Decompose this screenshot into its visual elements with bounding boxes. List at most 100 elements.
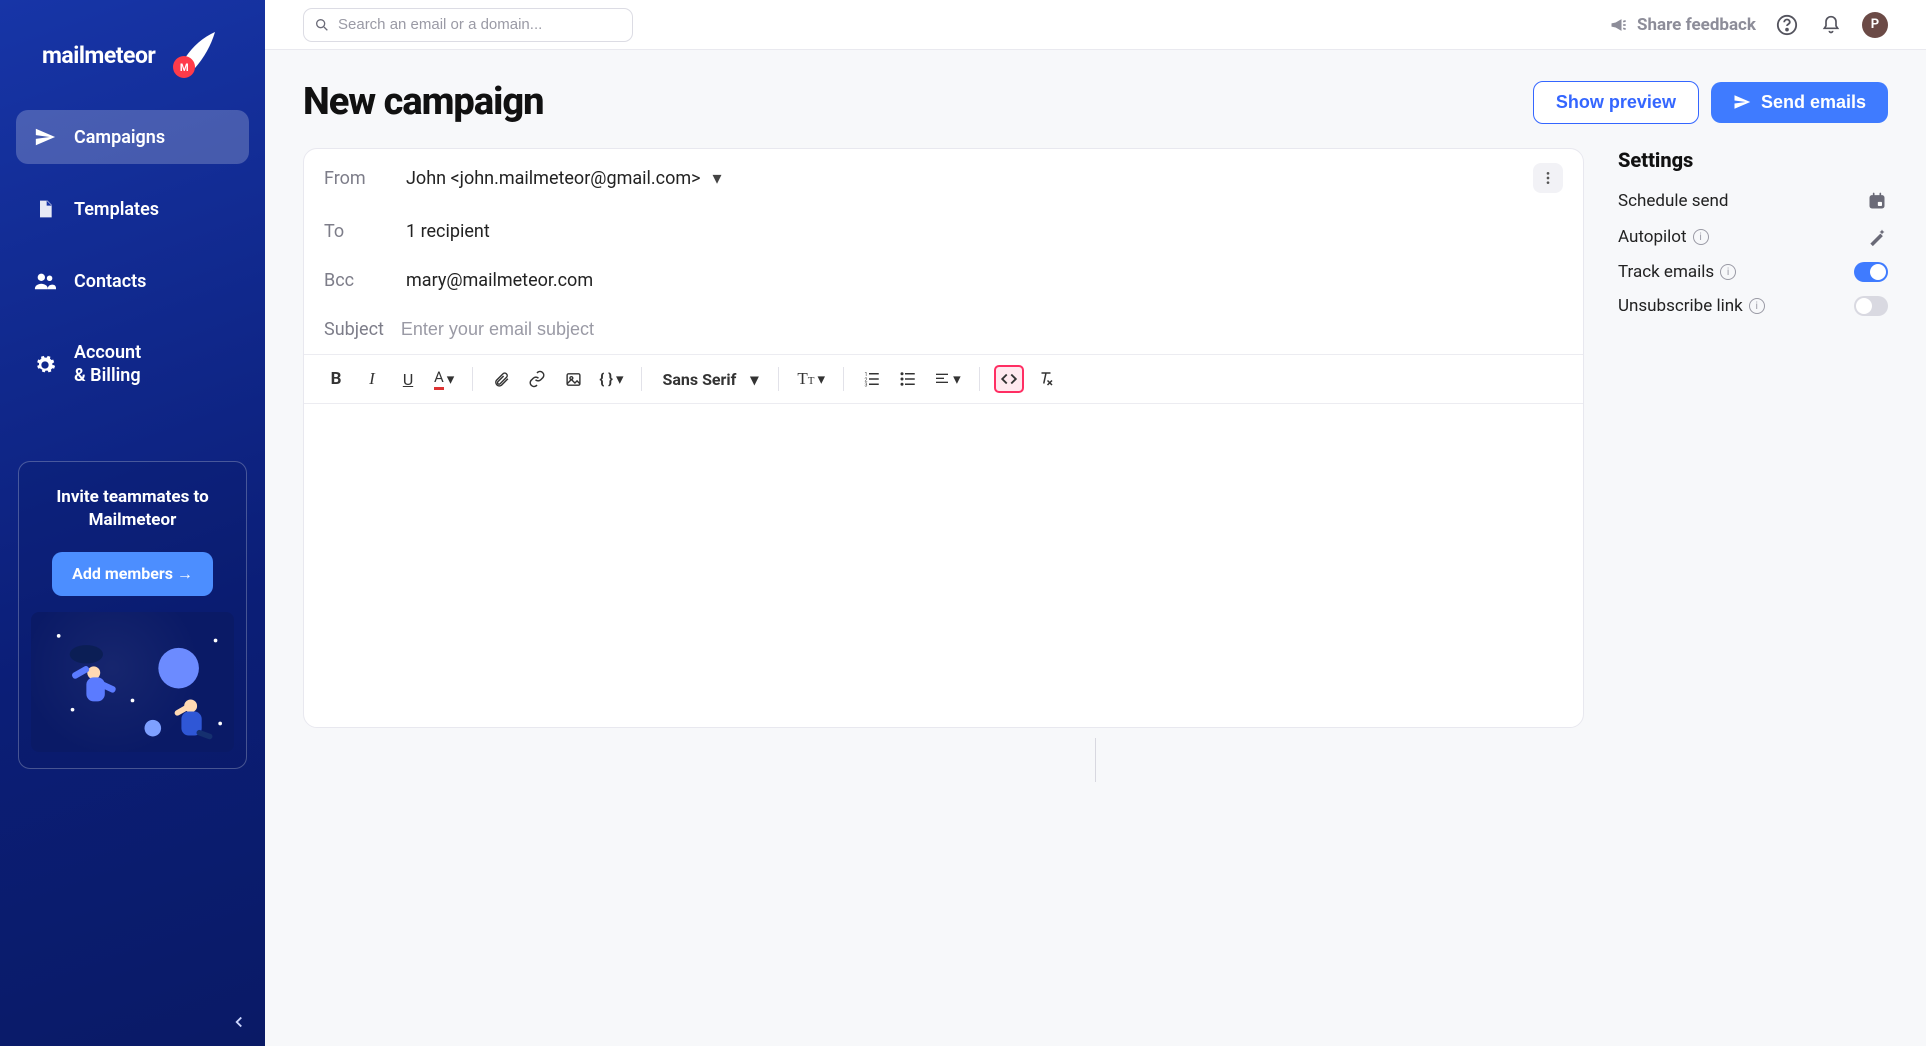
comet-icon: M: [167, 30, 217, 80]
sidebar-item-label: Contacts: [74, 271, 146, 292]
more-options-button[interactable]: [1533, 163, 1563, 193]
info-icon: i: [1749, 298, 1765, 314]
search-input[interactable]: [338, 16, 622, 33]
to-value: 1 recipient: [406, 221, 1563, 242]
sidebar-item-campaigns[interactable]: Campaigns: [16, 110, 249, 164]
schedule-send-label: Schedule send: [1618, 191, 1728, 211]
to-row[interactable]: To 1 recipient: [304, 207, 1583, 256]
subject-label: Subject: [324, 319, 401, 340]
sidebar-nav: Campaigns Templates Contacts Account & B…: [0, 110, 265, 421]
calendar-icon: [1866, 190, 1888, 212]
notifications-button[interactable]: [1818, 12, 1844, 38]
send-emails-button[interactable]: Send emails: [1711, 82, 1888, 123]
from-selector[interactable]: John <john.mailmeteor@gmail.com> ▾: [406, 168, 1533, 189]
font-size-button[interactable]: TT ▾: [793, 365, 829, 393]
track-emails-label: Track emails: [1618, 262, 1714, 282]
code-view-button[interactable]: [994, 365, 1024, 393]
brand-logo[interactable]: mailmeteor M: [0, 0, 265, 110]
chevron-down-icon: ▾: [616, 370, 624, 388]
send-icon: [34, 126, 56, 148]
bcc-row[interactable]: Bcc mary@mailmeteor.com: [304, 256, 1583, 305]
subject-row: Subject: [304, 305, 1583, 354]
align-button[interactable]: ▾: [930, 365, 965, 393]
people-icon: [34, 270, 56, 292]
avatar-initial: P: [1871, 17, 1879, 32]
chevron-down-icon: ▾: [713, 168, 722, 189]
svg-text:3: 3: [865, 383, 868, 389]
subject-input[interactable]: [401, 319, 1563, 340]
unsubscribe-link-toggle[interactable]: [1854, 296, 1888, 316]
chevron-down-icon: ▾: [818, 370, 826, 388]
search-box[interactable]: [303, 8, 633, 42]
text-color-button[interactable]: A ▾: [430, 365, 458, 393]
to-label: To: [324, 221, 406, 242]
setting-autopilot[interactable]: Autopilot i: [1618, 226, 1888, 248]
chevron-down-icon: ▾: [750, 370, 758, 389]
email-composer: From John <john.mailmeteor@gmail.com> ▾ …: [303, 148, 1584, 728]
underline-button[interactable]: U: [394, 365, 422, 393]
collapse-sidebar-button[interactable]: [223, 1006, 255, 1038]
svg-text:M: M: [180, 63, 189, 74]
send-icon: [1733, 93, 1751, 111]
setting-schedule-send[interactable]: Schedule send: [1618, 190, 1888, 212]
info-icon: i: [1693, 229, 1709, 245]
italic-button[interactable]: I: [358, 365, 386, 393]
track-emails-toggle[interactable]: [1854, 262, 1888, 282]
invite-teammates-card: Invite teammates to Mailmeteor Add membe…: [18, 461, 247, 769]
unordered-list-button[interactable]: [894, 365, 922, 393]
chevron-down-icon: ▾: [953, 370, 961, 388]
sidebar-item-label: Campaigns: [74, 127, 165, 148]
link-button[interactable]: [523, 365, 551, 393]
invite-illustration: [31, 612, 234, 752]
show-preview-button[interactable]: Show preview: [1533, 81, 1699, 124]
page-header: New campaign Show preview Send emails: [303, 80, 1888, 124]
add-members-button[interactable]: Add members →: [52, 552, 213, 596]
bcc-value: mary@mailmeteor.com: [406, 270, 1563, 291]
chevron-down-icon: ▾: [447, 370, 455, 388]
bottom-divider: [1095, 738, 1096, 782]
share-feedback-label: Share feedback: [1637, 15, 1756, 35]
clear-formatting-button[interactable]: [1032, 365, 1060, 393]
document-icon: [34, 198, 56, 220]
unsubscribe-link-label: Unsubscribe link: [1618, 296, 1743, 316]
sidebar-item-label: Templates: [74, 199, 159, 220]
search-icon: [314, 17, 330, 33]
image-button[interactable]: [559, 365, 587, 393]
bold-button[interactable]: B: [322, 365, 350, 393]
editor-toolbar: B I U A ▾: [304, 354, 1583, 404]
setting-unsubscribe-link: Unsubscribe link i: [1618, 296, 1888, 316]
sidebar-item-account-billing[interactable]: Account & Billing: [16, 326, 249, 403]
from-row: From John <john.mailmeteor@gmail.com> ▾: [304, 149, 1583, 207]
setting-track-emails: Track emails i: [1618, 262, 1888, 282]
ordered-list-button[interactable]: 123: [858, 365, 886, 393]
font-family-select[interactable]: Sans Serif ▾: [656, 370, 764, 389]
sidebar-item-contacts[interactable]: Contacts: [16, 254, 249, 308]
sidebar-item-templates[interactable]: Templates: [16, 182, 249, 236]
settings-title: Settings: [1618, 148, 1888, 172]
settings-panel: Settings Schedule send Autopilot i: [1618, 148, 1888, 330]
font-family-value: Sans Serif: [662, 370, 736, 389]
attachment-button[interactable]: [487, 365, 515, 393]
info-icon: i: [1720, 264, 1736, 280]
variables-button[interactable]: { } ▾: [595, 365, 627, 393]
send-emails-label: Send emails: [1761, 92, 1866, 113]
content: New campaign Show preview Send emails Fr…: [265, 50, 1926, 1046]
help-button[interactable]: [1774, 12, 1800, 38]
share-feedback-button[interactable]: Share feedback: [1609, 15, 1756, 35]
sidebar-item-label-line1: Account: [74, 342, 141, 365]
autopilot-label: Autopilot: [1618, 227, 1687, 247]
bcc-label: Bcc: [324, 270, 406, 291]
topbar: Share feedback P: [265, 0, 1926, 50]
page-title: New campaign: [303, 80, 544, 124]
from-value: John <john.mailmeteor@gmail.com>: [406, 168, 701, 189]
main-area: Share feedback P New campaign Show previ…: [265, 0, 1926, 1046]
invite-title-line2: Mailmeteor: [31, 509, 234, 532]
email-body-editor[interactable]: [304, 404, 1583, 727]
from-label: From: [324, 168, 406, 189]
user-avatar[interactable]: P: [1862, 12, 1888, 38]
invite-title-line1: Invite teammates to: [31, 486, 234, 509]
gear-icon: [34, 354, 56, 376]
sidebar: mailmeteor M Campaigns Templates: [0, 0, 265, 1046]
megaphone-icon: [1609, 15, 1629, 35]
sidebar-item-label-line2: & Billing: [74, 365, 141, 388]
